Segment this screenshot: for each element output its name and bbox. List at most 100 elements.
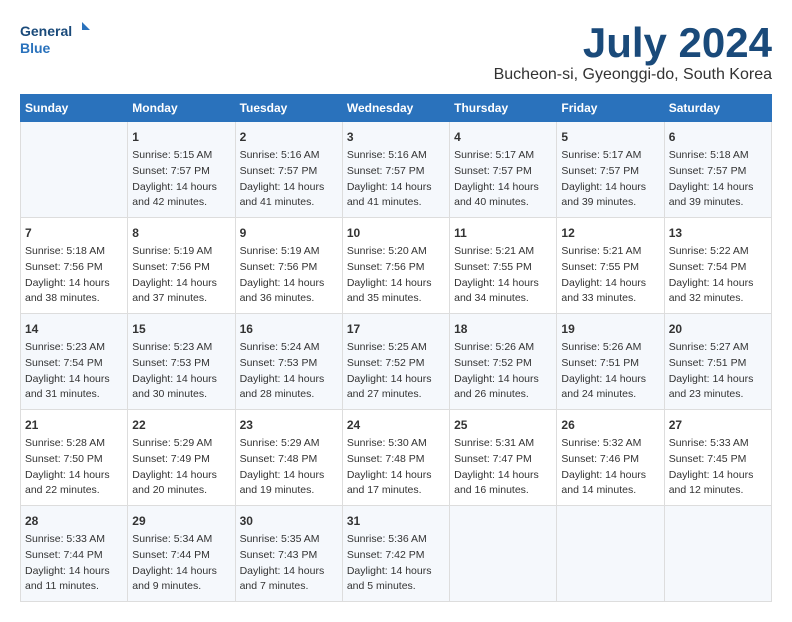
day-number: 18 xyxy=(454,320,552,338)
day-number: 23 xyxy=(240,416,338,434)
day-info: Sunrise: 5:29 AM Sunset: 7:48 PM Dayligh… xyxy=(240,437,325,496)
calendar-cell: 22 Sunrise: 5:29 AM Sunset: 7:49 PM Dayli… xyxy=(128,410,235,506)
day-info: Sunrise: 5:21 AM Sunset: 7:55 PM Dayligh… xyxy=(454,245,539,304)
day-info: Sunrise: 5:19 AM Sunset: 7:56 PM Dayligh… xyxy=(240,245,325,304)
calendar-cell xyxy=(21,122,128,218)
calendar-cell: 7 Sunrise: 5:18 AM Sunset: 7:56 PM Daylig… xyxy=(21,218,128,314)
calendar-week-row: 21 Sunrise: 5:28 AM Sunset: 7:50 PM Dayli… xyxy=(21,410,772,506)
day-number: 2 xyxy=(240,128,338,146)
day-number: 26 xyxy=(561,416,659,434)
day-number: 6 xyxy=(669,128,767,146)
day-number: 10 xyxy=(347,224,445,242)
calendar-cell xyxy=(450,506,557,602)
header-day: Saturday xyxy=(664,95,771,122)
day-info: Sunrise: 5:16 AM Sunset: 7:57 PM Dayligh… xyxy=(347,149,432,208)
calendar-cell: 16 Sunrise: 5:24 AM Sunset: 7:53 PM Dayli… xyxy=(235,314,342,410)
svg-text:General: General xyxy=(20,23,72,39)
svg-text:Blue: Blue xyxy=(20,40,51,56)
calendar-cell xyxy=(664,506,771,602)
calendar-cell: 24 Sunrise: 5:30 AM Sunset: 7:48 PM Dayli… xyxy=(342,410,449,506)
day-number: 17 xyxy=(347,320,445,338)
day-info: Sunrise: 5:18 AM Sunset: 7:57 PM Dayligh… xyxy=(669,149,754,208)
calendar-cell: 15 Sunrise: 5:23 AM Sunset: 7:53 PM Dayli… xyxy=(128,314,235,410)
calendar-cell: 21 Sunrise: 5:28 AM Sunset: 7:50 PM Dayli… xyxy=(21,410,128,506)
calendar-week-row: 1Sunrise: 5:15 AM Sunset: 7:57 PM Daylig… xyxy=(21,122,772,218)
day-number: 27 xyxy=(669,416,767,434)
header-day: Tuesday xyxy=(235,95,342,122)
day-number: 28 xyxy=(25,512,123,530)
calendar-week-row: 14 Sunrise: 5:23 AM Sunset: 7:54 PM Dayli… xyxy=(21,314,772,410)
day-number: 11 xyxy=(454,224,552,242)
calendar-cell: 20 Sunrise: 5:27 AM Sunset: 7:51 PM Dayli… xyxy=(664,314,771,410)
day-info: Sunrise: 5:25 AM Sunset: 7:52 PM Dayligh… xyxy=(347,341,432,400)
day-info: Sunrise: 5:30 AM Sunset: 7:48 PM Dayligh… xyxy=(347,437,432,496)
day-info: Sunrise: 5:15 AM Sunset: 7:57 PM Dayligh… xyxy=(132,149,217,208)
calendar-cell: 3 Sunrise: 5:16 AM Sunset: 7:57 PM Daylig… xyxy=(342,122,449,218)
day-info: Sunrise: 5:31 AM Sunset: 7:47 PM Dayligh… xyxy=(454,437,539,496)
day-info: Sunrise: 5:29 AM Sunset: 7:49 PM Dayligh… xyxy=(132,437,217,496)
day-info: Sunrise: 5:24 AM Sunset: 7:53 PM Dayligh… xyxy=(240,341,325,400)
page-header: General Blue July 2024 Bucheon-si, Gyeon… xyxy=(20,20,772,84)
calendar-cell: 19 Sunrise: 5:26 AM Sunset: 7:51 PM Dayli… xyxy=(557,314,664,410)
day-number: 19 xyxy=(561,320,659,338)
day-number: 12 xyxy=(561,224,659,242)
day-number: 4 xyxy=(454,128,552,146)
day-number: 20 xyxy=(669,320,767,338)
calendar-cell: 23 Sunrise: 5:29 AM Sunset: 7:48 PM Dayli… xyxy=(235,410,342,506)
day-info: Sunrise: 5:18 AM Sunset: 7:56 PM Dayligh… xyxy=(25,245,110,304)
day-number: 7 xyxy=(25,224,123,242)
day-info: Sunrise: 5:35 AM Sunset: 7:43 PM Dayligh… xyxy=(240,533,325,592)
calendar-cell: 2 Sunrise: 5:16 AM Sunset: 7:57 PM Daylig… xyxy=(235,122,342,218)
calendar-cell: 4Sunrise: 5:17 AM Sunset: 7:57 PM Daylig… xyxy=(450,122,557,218)
day-number: 29 xyxy=(132,512,230,530)
calendar-cell: 10Sunrise: 5:20 AM Sunset: 7:56 PM Dayli… xyxy=(342,218,449,314)
calendar-cell xyxy=(557,506,664,602)
day-number: 9 xyxy=(240,224,338,242)
calendar-cell: 29 Sunrise: 5:34 AM Sunset: 7:44 PM Dayli… xyxy=(128,506,235,602)
day-number: 14 xyxy=(25,320,123,338)
day-number: 22 xyxy=(132,416,230,434)
calendar-cell: 8Sunrise: 5:19 AM Sunset: 7:56 PM Daylig… xyxy=(128,218,235,314)
calendar-cell: 17 Sunrise: 5:25 AM Sunset: 7:52 PM Dayli… xyxy=(342,314,449,410)
day-number: 13 xyxy=(669,224,767,242)
calendar-table: SundayMondayTuesdayWednesdayThursdayFrid… xyxy=(20,94,772,602)
day-info: Sunrise: 5:17 AM Sunset: 7:57 PM Dayligh… xyxy=(561,149,646,208)
calendar-cell: 14 Sunrise: 5:23 AM Sunset: 7:54 PM Dayli… xyxy=(21,314,128,410)
header-day: Friday xyxy=(557,95,664,122)
day-info: Sunrise: 5:27 AM Sunset: 7:51 PM Dayligh… xyxy=(669,341,754,400)
day-number: 16 xyxy=(240,320,338,338)
day-info: Sunrise: 5:33 AM Sunset: 7:45 PM Dayligh… xyxy=(669,437,754,496)
title-block: July 2024 Bucheon-si, Gyeonggi-do, South… xyxy=(494,20,772,84)
page-title: July 2024 xyxy=(494,20,772,66)
calendar-week-row: 28 Sunrise: 5:33 AM Sunset: 7:44 PM Dayli… xyxy=(21,506,772,602)
day-info: Sunrise: 5:16 AM Sunset: 7:57 PM Dayligh… xyxy=(240,149,325,208)
day-number: 5 xyxy=(561,128,659,146)
day-info: Sunrise: 5:34 AM Sunset: 7:44 PM Dayligh… xyxy=(132,533,217,592)
calendar-cell: 13 Sunrise: 5:22 AM Sunset: 7:54 PM Dayli… xyxy=(664,218,771,314)
day-info: Sunrise: 5:33 AM Sunset: 7:44 PM Dayligh… xyxy=(25,533,110,592)
calendar-week-row: 7 Sunrise: 5:18 AM Sunset: 7:56 PM Daylig… xyxy=(21,218,772,314)
day-info: Sunrise: 5:22 AM Sunset: 7:54 PM Dayligh… xyxy=(669,245,754,304)
day-number: 24 xyxy=(347,416,445,434)
day-info: Sunrise: 5:19 AM Sunset: 7:56 PM Dayligh… xyxy=(132,245,217,304)
day-info: Sunrise: 5:26 AM Sunset: 7:52 PM Dayligh… xyxy=(454,341,539,400)
calendar-cell: 18 Sunrise: 5:26 AM Sunset: 7:52 PM Dayli… xyxy=(450,314,557,410)
day-number: 15 xyxy=(132,320,230,338)
calendar-cell: 30Sunrise: 5:35 AM Sunset: 7:43 PM Dayli… xyxy=(235,506,342,602)
calendar-cell: 25 Sunrise: 5:31 AM Sunset: 7:47 PM Dayli… xyxy=(450,410,557,506)
day-number: 25 xyxy=(454,416,552,434)
day-info: Sunrise: 5:23 AM Sunset: 7:53 PM Dayligh… xyxy=(132,341,217,400)
day-info: Sunrise: 5:26 AM Sunset: 7:51 PM Dayligh… xyxy=(561,341,646,400)
calendar-cell: 1Sunrise: 5:15 AM Sunset: 7:57 PM Daylig… xyxy=(128,122,235,218)
day-info: Sunrise: 5:36 AM Sunset: 7:42 PM Dayligh… xyxy=(347,533,432,592)
day-number: 21 xyxy=(25,416,123,434)
day-number: 3 xyxy=(347,128,445,146)
calendar-cell: 26 Sunrise: 5:32 AM Sunset: 7:46 PM Dayli… xyxy=(557,410,664,506)
calendar-cell: 28 Sunrise: 5:33 AM Sunset: 7:44 PM Dayli… xyxy=(21,506,128,602)
day-info: Sunrise: 5:21 AM Sunset: 7:55 PM Dayligh… xyxy=(561,245,646,304)
day-info: Sunrise: 5:23 AM Sunset: 7:54 PM Dayligh… xyxy=(25,341,110,400)
page-subtitle: Bucheon-si, Gyeonggi-do, South Korea xyxy=(494,66,772,84)
header-day: Wednesday xyxy=(342,95,449,122)
day-info: Sunrise: 5:32 AM Sunset: 7:46 PM Dayligh… xyxy=(561,437,646,496)
day-info: Sunrise: 5:28 AM Sunset: 7:50 PM Dayligh… xyxy=(25,437,110,496)
